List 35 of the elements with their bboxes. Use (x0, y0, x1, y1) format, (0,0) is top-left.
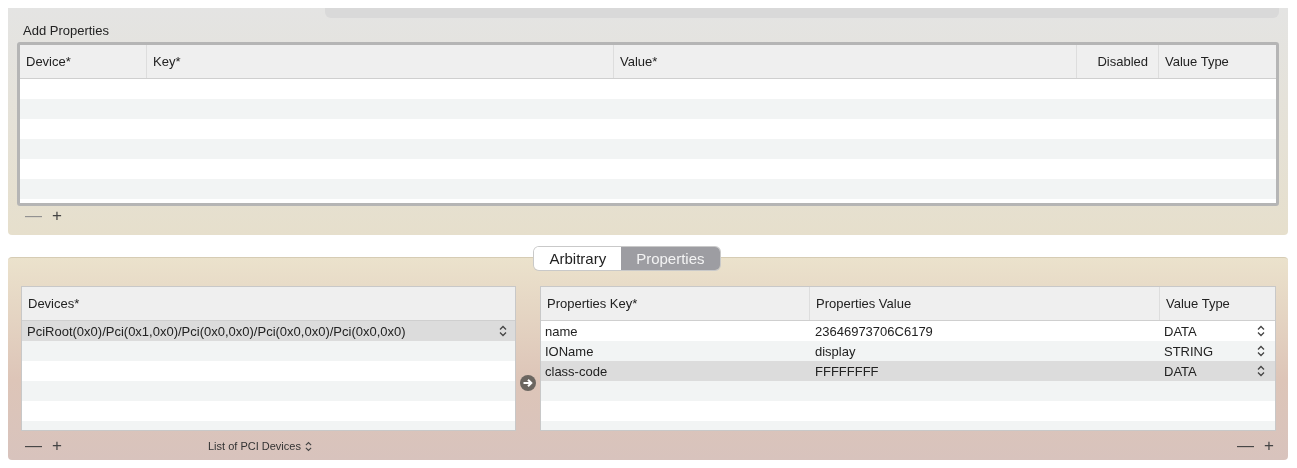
table-cell-text: IOName (544, 343, 595, 359)
column-header[interactable]: Devices* (22, 287, 515, 320)
add-button[interactable]: + (50, 208, 64, 224)
column-header[interactable]: Value Type (1160, 287, 1275, 320)
updown-icon[interactable] (1257, 365, 1265, 377)
updown-icon (304, 440, 312, 452)
updown-icon[interactable] (1257, 325, 1265, 337)
add-button[interactable]: + (1262, 438, 1276, 454)
column-header[interactable]: Value* (614, 45, 1077, 78)
column-header[interactable]: Properties Key* (541, 287, 810, 320)
column-header[interactable]: Key* (147, 45, 614, 78)
remove-button[interactable]: — (23, 438, 44, 454)
property-row[interactable]: IOName display STRING (541, 341, 1275, 361)
segment-tab[interactable]: Arbitrary (534, 247, 622, 270)
list-popup[interactable]: List of PCI Devices (208, 440, 312, 452)
table-cell-text: name (544, 323, 579, 339)
updown-icon[interactable] (499, 325, 507, 337)
table-cell-text: 23646973706C6179 (814, 323, 934, 339)
remove-button[interactable]: — (1235, 438, 1257, 454)
table-cell-text: FFFFFFFF (814, 363, 880, 379)
device-row[interactable]: PciRoot(0x0)/Pci(0x1,0x0)/Pci(0x0,0x0)/Pci(0x0,0x0)/Pci(0x0,0x0) (22, 321, 515, 341)
column-header[interactable]: Value Type (1159, 45, 1276, 78)
property-row[interactable]: class-code FFFFFFFF DATA (541, 361, 1275, 381)
table-cell-text: STRING (1163, 343, 1215, 359)
table-cell-text: DATA (1163, 323, 1198, 339)
column-header[interactable]: Properties Value (810, 287, 1160, 320)
add-button[interactable]: + (50, 438, 64, 454)
column-header[interactable]: Disabled (1077, 45, 1159, 78)
table-cell: PciRoot(0x0)/Pci(0x1,0x0)/Pci(0x0,0x0)/Pci(0x0,0x0)/Pci(0x0,0x0) (27, 323, 406, 339)
section-title: Add Properties (22, 22, 110, 40)
table-cell-text: display (814, 343, 857, 359)
updown-icon[interactable] (1257, 345, 1265, 357)
table-cell-text: class-code (544, 363, 609, 379)
table-cell-text: DATA (1163, 363, 1198, 379)
column-header[interactable]: Device* (20, 45, 147, 78)
